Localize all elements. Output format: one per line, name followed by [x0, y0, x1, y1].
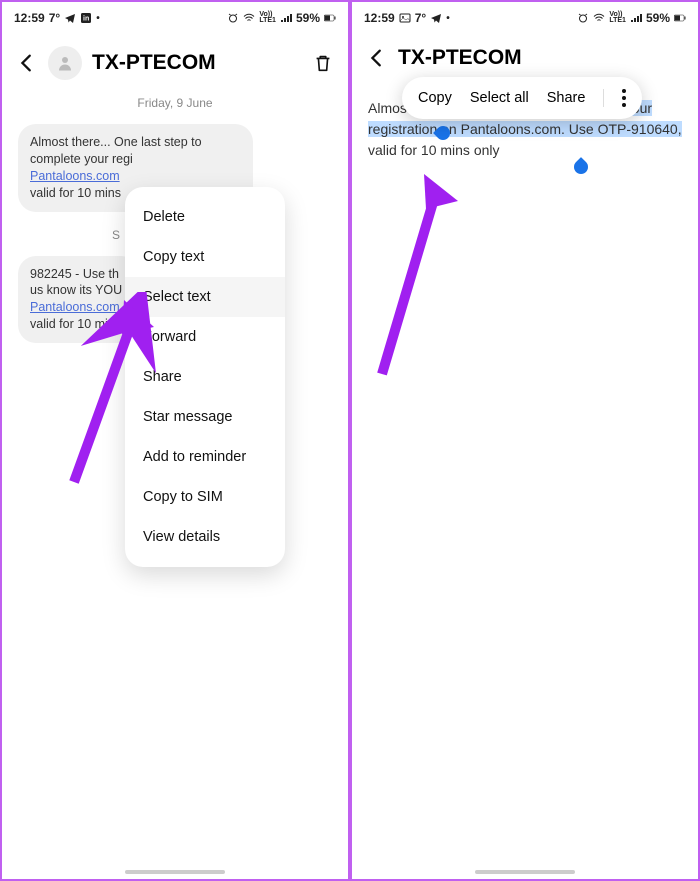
text-unselected-tail: valid for 10 mins only	[368, 142, 500, 158]
wifi-icon	[593, 12, 605, 24]
volte-label: Vo))LTE1	[259, 12, 276, 23]
selection-handle-end[interactable]	[571, 157, 591, 177]
menu-reminder[interactable]: Add to reminder	[125, 437, 285, 477]
toolbar-separator	[603, 89, 604, 107]
menu-copy-text[interactable]: Copy text	[125, 237, 285, 277]
dot-icon: •	[446, 13, 450, 24]
status-temp: 7°	[415, 11, 426, 25]
delete-button[interactable]	[312, 52, 334, 74]
battery-icon	[674, 12, 686, 24]
status-bar: 12:59 7° in • Vo))LTE1 59%	[2, 2, 348, 30]
svg-text:in: in	[83, 16, 89, 23]
toolbar-copy[interactable]: Copy	[418, 90, 452, 106]
msg2d: valid for 10 min	[30, 317, 115, 331]
menu-share[interactable]: Share	[125, 357, 285, 397]
msg2b: us know its YOU	[30, 283, 122, 297]
battery-icon	[324, 12, 336, 24]
telegram-icon	[64, 12, 76, 24]
annotation-arrow-icon	[372, 164, 482, 384]
message-bubble-2[interactable]: 982245 - Use th us know its YOU Pantaloo…	[18, 256, 139, 344]
alarm-icon	[577, 12, 589, 24]
menu-delete[interactable]: Delete	[125, 197, 285, 237]
status-time: 12:59	[364, 11, 395, 25]
battery-pct: 59%	[296, 11, 320, 25]
menu-view-details[interactable]: View details	[125, 517, 285, 557]
alarm-icon	[227, 12, 239, 24]
toolbar-select-all[interactable]: Select all	[470, 90, 529, 106]
conversation-header: TX-PTECOM	[352, 30, 698, 70]
telegram-icon	[430, 12, 442, 24]
msg1-link: Pantaloons.com	[30, 169, 120, 183]
contact-title: TX-PTECOM	[398, 46, 522, 70]
menu-select-text[interactable]: Select text	[125, 277, 285, 317]
msg2a: 982245 - Use th	[30, 267, 119, 281]
home-indicator[interactable]	[125, 870, 225, 874]
contact-title: TX-PTECOM	[92, 51, 302, 75]
gallery-icon	[399, 12, 411, 24]
linkedin-icon: in	[80, 12, 92, 24]
status-time: 12:59	[14, 11, 45, 25]
text-selection-toolbar: Copy Select all Share	[402, 77, 642, 119]
phone-right-screenshot: 12:59 7° • Vo))LTE1 59% TX-PTECOM Copy S…	[350, 0, 700, 881]
volte-label: Vo))LTE1	[609, 12, 626, 23]
msg2c: Pantaloons.com	[30, 300, 120, 314]
msg1-text: Almost there... One last step to complet…	[30, 135, 202, 166]
wifi-icon	[243, 12, 255, 24]
context-menu: Delete Copy text Select text Forward Sha…	[125, 187, 285, 567]
back-button[interactable]	[16, 52, 38, 74]
back-button[interactable]	[366, 47, 388, 69]
more-menu-icon[interactable]	[622, 89, 626, 107]
signal-icon	[630, 12, 642, 24]
status-bar: 12:59 7° • Vo))LTE1 59%	[352, 2, 698, 30]
battery-pct: 59%	[646, 11, 670, 25]
conversation-header: TX-PTECOM	[2, 30, 348, 90]
menu-copy-sim[interactable]: Copy to SIM	[125, 477, 285, 517]
dot-icon: •	[96, 13, 100, 24]
status-temp: 7°	[49, 11, 60, 25]
date-label: Friday, 9 June	[2, 90, 348, 124]
menu-forward[interactable]: Forward	[125, 317, 285, 357]
msg1-tail: valid for 10 mins	[30, 186, 121, 200]
home-indicator[interactable]	[475, 870, 575, 874]
signal-icon	[280, 12, 292, 24]
phone-left-screenshot: 12:59 7° in • Vo))LTE1 59% TX-PTECOM Fri…	[0, 0, 350, 881]
toolbar-share[interactable]: Share	[547, 90, 586, 106]
menu-star[interactable]: Star message	[125, 397, 285, 437]
contact-avatar[interactable]	[48, 46, 82, 80]
